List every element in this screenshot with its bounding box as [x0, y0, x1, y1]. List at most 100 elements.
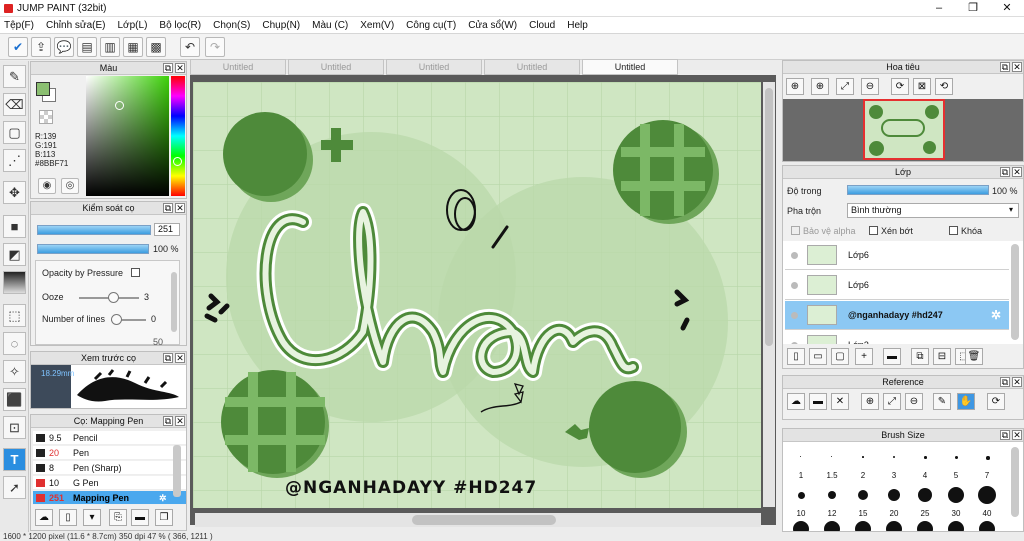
layer-item[interactable]: Lớp3	[785, 331, 1009, 344]
tab-untitled-4[interactable]: Untitled	[484, 59, 580, 75]
layer-item[interactable]: Lớp6	[785, 241, 1009, 270]
flip-icon[interactable]: ⊠	[913, 78, 931, 95]
popout-icon[interactable]: ⧉	[1000, 430, 1010, 440]
brush-size-label[interactable]: 15	[849, 509, 877, 518]
open-folder-icon[interactable]: ▬	[809, 393, 827, 410]
ref-rotate-icon[interactable]: ⟳	[987, 393, 1005, 410]
operation-tool-icon[interactable]: ➚	[3, 476, 26, 499]
layer-item[interactable]: Lớp6	[785, 271, 1009, 300]
rotate-icon[interactable]: ⟳	[891, 78, 909, 95]
brush-size-dot[interactable]	[831, 456, 832, 457]
new-brush-icon[interactable]: ▯	[59, 509, 77, 526]
brush-menu-icon[interactable]: ▾	[83, 509, 101, 526]
lock-checkbox[interactable]	[949, 226, 958, 235]
popout-icon[interactable]: ⧉	[163, 353, 173, 363]
layer-visibility-icon[interactable]	[791, 312, 798, 319]
popout-icon[interactable]: ⧉	[1000, 377, 1010, 387]
fit-icon[interactable]: ⤢	[836, 78, 854, 95]
ooze-slider-knob[interactable]	[108, 292, 119, 303]
menu-file[interactable]: Tệp(F)	[4, 20, 34, 31]
undo-icon[interactable]: ↶	[180, 37, 200, 57]
redo-icon[interactable]: ↷	[205, 37, 225, 57]
maximize-button[interactable]: ❐	[956, 0, 990, 17]
menu-view[interactable]: Xem(V)	[360, 20, 394, 31]
close-panel-icon[interactable]: ✕	[175, 353, 185, 363]
brush-window-icon[interactable]: ❐	[155, 509, 173, 526]
protect-alpha-checkbox[interactable]	[791, 226, 800, 235]
clip-checkbox[interactable]	[869, 226, 878, 235]
menu-select[interactable]: Chọn(S)	[213, 20, 250, 31]
brush-item[interactable]: 20 Pen	[33, 446, 186, 460]
brush-list-scrollbar[interactable]	[173, 445, 181, 497]
lasso-tool-icon[interactable]: ◌	[3, 332, 26, 355]
brush-size-label[interactable]: 1	[787, 471, 815, 480]
brush-size-label[interactable]: 10	[787, 509, 815, 518]
tab-untitled-2[interactable]: Untitled	[288, 59, 384, 75]
merge-layer-icon[interactable]: ⊟	[933, 348, 951, 365]
ref-fit-icon[interactable]: ⤢	[883, 393, 901, 410]
popout-icon[interactable]: ⧉	[1000, 167, 1010, 177]
brush-size-dot[interactable]	[824, 521, 840, 531]
close-panel-icon[interactable]: ✕	[175, 203, 185, 213]
gear-icon[interactable]: ✲	[159, 491, 167, 505]
magic-wand-icon[interactable]: ✧	[3, 360, 26, 383]
bucket-tool-icon[interactable]: ◩	[3, 243, 26, 266]
brush-item[interactable]: 9.5 Pencil	[33, 431, 186, 445]
brush-size-dot[interactable]	[986, 456, 990, 460]
brush-size-label[interactable]: 12	[818, 509, 846, 518]
brush-size-input[interactable]: 251	[154, 223, 180, 236]
tab-untitled-1[interactable]: Untitled	[190, 59, 286, 75]
navigator-thumbnail[interactable]	[863, 99, 945, 160]
blend-mode-select[interactable]: Bình thường	[847, 203, 1019, 218]
brush-size-dot[interactable]	[862, 456, 864, 458]
layer-visibility-icon[interactable]	[791, 282, 798, 289]
select-pen-icon[interactable]: ⬛	[3, 388, 26, 411]
menu-tools[interactable]: Công cụ(T)	[406, 20, 456, 31]
brush-item[interactable]: 8 Pen (Sharp)	[33, 461, 186, 475]
brush-size-dot[interactable]	[797, 491, 805, 499]
brush-size-dot[interactable]	[886, 521, 902, 531]
brush-size-label[interactable]: 25	[911, 509, 939, 518]
close-reference-icon[interactable]: ✕	[831, 393, 849, 410]
layer-opacity-bar[interactable]	[847, 185, 989, 195]
move-tool-icon[interactable]: ✥	[3, 181, 26, 204]
brush-size-dot[interactable]	[828, 491, 836, 499]
drawing-canvas[interactable]: Chăm @NGANHADAYY #HD247	[193, 82, 761, 508]
palette-icon[interactable]: ◉	[38, 178, 56, 194]
brush-item[interactable]: 10 G Pen	[33, 476, 186, 490]
tab-untitled-3[interactable]: Untitled	[386, 59, 482, 75]
text-tool-icon[interactable]: T	[3, 448, 26, 471]
close-panel-icon[interactable]: ✕	[1012, 430, 1022, 440]
tab-untitled-active[interactable]: Untitled	[582, 59, 678, 75]
popout-icon[interactable]: ⧉	[163, 63, 173, 73]
add-layer-menu-icon[interactable]: +	[855, 348, 873, 365]
fill-rect-icon[interactable]: ■	[3, 215, 26, 238]
select-rect-icon[interactable]: ▢	[3, 121, 26, 144]
brush-size-label[interactable]: 40	[973, 509, 1001, 518]
menu-edit[interactable]: Chỉnh sửa(E)	[46, 20, 106, 31]
select-marquee-icon[interactable]: ⬚	[3, 304, 26, 327]
brush-size-dot[interactable]	[955, 456, 958, 459]
main-color-swatch[interactable]	[36, 82, 50, 96]
brush-size-label[interactable]: 5	[942, 471, 970, 480]
brush-size-dot[interactable]	[893, 456, 895, 458]
layer-visibility-icon[interactable]	[791, 342, 798, 344]
transparent-swatch[interactable]	[39, 110, 53, 124]
brush-size-dot[interactable]	[855, 521, 871, 531]
layer-folder-icon[interactable]: ▬	[883, 348, 901, 365]
close-panel-icon[interactable]: ✕	[175, 416, 185, 426]
brush-size-dot[interactable]	[917, 521, 933, 531]
grid-icon[interactable]: ▩	[146, 37, 166, 57]
zoom-in-icon[interactable]: ⊕	[786, 78, 804, 95]
cloud-download-icon[interactable]: ☁	[787, 393, 805, 410]
menu-help[interactable]: Help	[567, 20, 588, 31]
close-panel-icon[interactable]: ✕	[175, 63, 185, 73]
menu-window[interactable]: Cửa sổ(W)	[468, 20, 517, 31]
brush-size-dot[interactable]	[888, 489, 900, 501]
close-panel-icon[interactable]: ✕	[1012, 167, 1022, 177]
brush-size-dot[interactable]	[978, 486, 996, 504]
brush-size-label[interactable]: 30	[942, 509, 970, 518]
menu-layer[interactable]: Lớp(L)	[118, 20, 148, 31]
layer-visibility-icon[interactable]	[791, 252, 798, 259]
brush-size-dot[interactable]	[948, 521, 964, 531]
